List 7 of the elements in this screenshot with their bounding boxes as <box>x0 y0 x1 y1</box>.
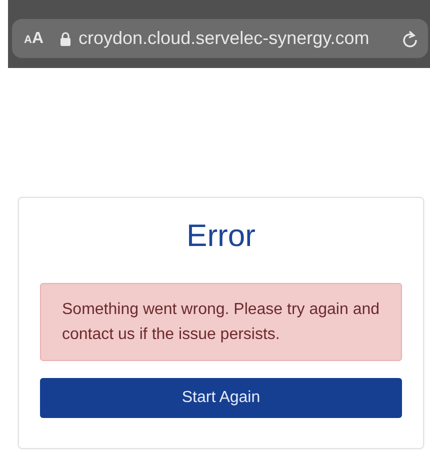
error-message: Something went wrong. Please try again and contact us if the issue persists. <box>40 283 402 361</box>
start-again-button[interactable]: Start Again <box>40 378 402 418</box>
lock-icon <box>60 32 71 46</box>
url-text[interactable]: croydon.cloud.servelec-synergy.com <box>78 28 394 49</box>
reload-icon[interactable] <box>402 30 418 48</box>
error-title: Error <box>186 217 256 255</box>
text-size-button[interactable]: AA <box>22 30 52 48</box>
